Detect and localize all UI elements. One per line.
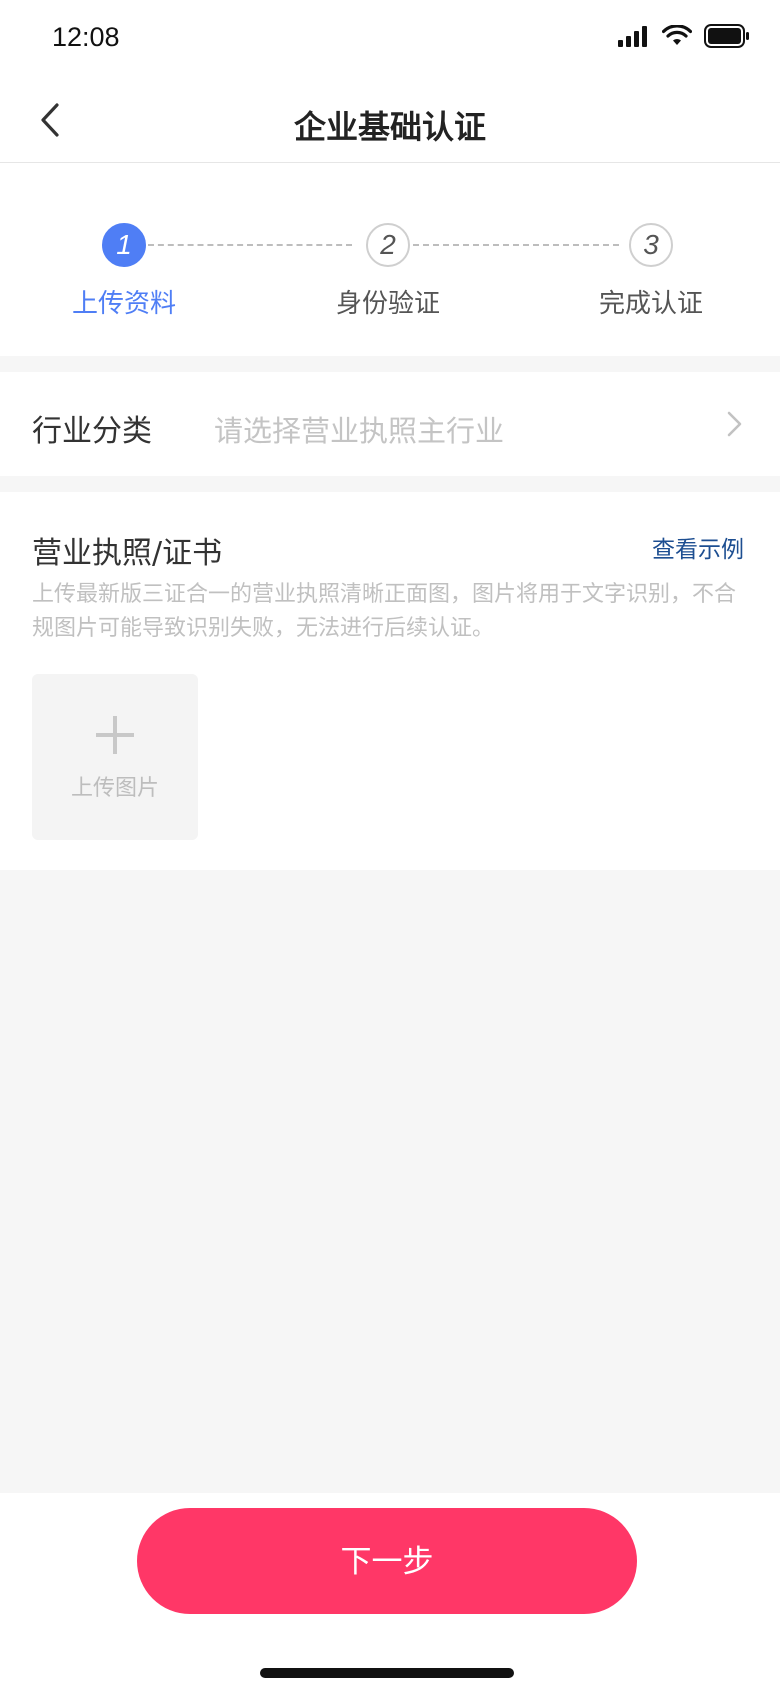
battery-icon (704, 24, 749, 48)
step-upload: 1 上传资料 (44, 223, 204, 320)
view-example-link[interactable]: 查看示例 (652, 530, 744, 564)
license-section: 营业执照/证书 查看示例 上传最新版三证合一的营业执照清晰正面图，图片将用于文字… (0, 492, 780, 870)
status-time: 12:08 (52, 22, 120, 52)
step-label: 上传资料 (71, 289, 176, 319)
industry-placeholder: 请选择营业执照主行业 (214, 414, 505, 448)
signal-icon (618, 26, 647, 47)
upload-label: 上传图片 (70, 776, 159, 801)
nav-bar: 企业基础认证 (0, 80, 780, 163)
step-number: 1 (102, 223, 146, 267)
license-title: 营业执照/证书 (32, 536, 223, 571)
step-label: 完成认证 (598, 289, 703, 319)
status-bar: 12:08 (0, 0, 780, 80)
plus-icon (96, 716, 134, 754)
license-description: 上传最新版三证合一的营业执照清晰正面图，图片将用于文字识别，不合规图片可能导致识… (32, 582, 737, 641)
step-label: 身份验证 (335, 289, 440, 319)
upload-image-button[interactable]: 上传图片 (32, 674, 198, 840)
status-icons (618, 24, 750, 48)
step-complete: 3 完成认证 (571, 223, 731, 320)
page-title: 企业基础认证 (293, 108, 486, 146)
home-indicator (260, 1668, 514, 1678)
industry-selector[interactable]: 行业分类 请选择营业执照主行业 (0, 372, 780, 476)
step-identity: 2 身份验证 (308, 223, 468, 320)
industry-label: 行业分类 (32, 414, 152, 449)
bottom-bar: 下一步 (0, 1493, 780, 1693)
step-indicator: 1 上传资料 2 身份验证 3 完成认证 (0, 163, 780, 356)
wifi-icon (662, 25, 692, 45)
chevron-right-icon (727, 411, 742, 437)
step-number: 3 (629, 223, 673, 267)
next-step-button[interactable]: 下一步 (137, 1508, 637, 1614)
step-number: 2 (366, 223, 410, 267)
